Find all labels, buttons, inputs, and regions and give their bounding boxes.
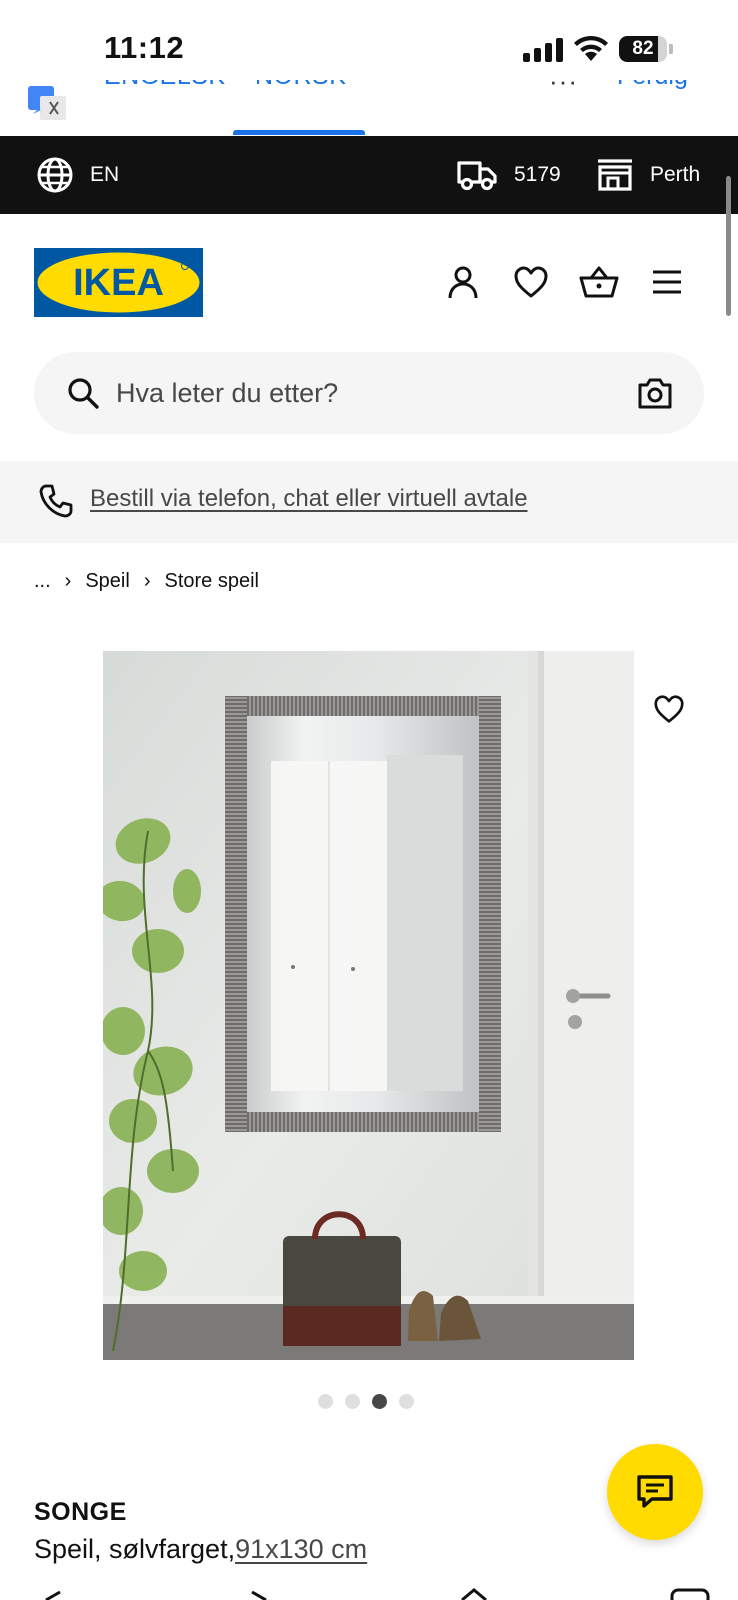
basket-button[interactable]	[579, 262, 619, 302]
profile-icon	[448, 266, 478, 299]
order-help-strip: Bestill via telefon, chat eller virtuell…	[0, 461, 738, 543]
status-time: 11:12	[104, 30, 185, 65]
product-name: SONGE	[34, 1498, 127, 1526]
postcode-label: 5179	[514, 163, 561, 186]
forward-icon	[251, 1590, 267, 1600]
breadcrumb-item-store-speil[interactable]: Store speil	[165, 570, 260, 593]
status-bar: 11:12 82	[0, 0, 738, 92]
store-label: Perth	[650, 163, 701, 186]
ikea-logo[interactable]: IKEA	[34, 248, 203, 317]
order-via-phone-link[interactable]: Bestill via telefon, chat eller virtuell…	[90, 485, 528, 513]
breadcrumb-ellipsis[interactable]: ...	[34, 570, 51, 593]
language-label: EN	[90, 163, 120, 186]
tab-source-language[interactable]: ENGELSK	[104, 80, 225, 136]
translate-bar: ENGELSK NORSK ··· Ferdig	[0, 80, 738, 136]
header-actions	[440, 262, 700, 302]
product-size-link[interactable]: 91x130 cm	[235, 1534, 367, 1564]
wifi-icon	[574, 35, 608, 61]
language-selector[interactable]: EN	[36, 154, 119, 196]
tabs-icon	[670, 1588, 710, 1600]
chevron-right-icon: ›	[143, 569, 151, 592]
add-to-favourites-button[interactable]	[643, 683, 695, 735]
more-options-button[interactable]: ···	[549, 80, 578, 97]
tab-source-language-label: ENGELSK	[104, 80, 226, 91]
chat-button[interactable]	[607, 1444, 703, 1540]
product-image[interactable]	[103, 651, 634, 1360]
search-bar	[34, 352, 704, 434]
carousel-dot[interactable]	[399, 1394, 414, 1409]
favourites-button[interactable]	[511, 262, 551, 302]
menu-icon	[653, 270, 681, 294]
battery-indicator: 82	[619, 36, 673, 62]
phone-icon	[39, 484, 73, 518]
active-tab-indicator	[233, 130, 365, 135]
back-icon	[45, 1590, 61, 1600]
browser-toolbar	[0, 1582, 738, 1600]
product-description: Speil, sølvfarget,91x130 cm	[34, 1534, 367, 1565]
store-icon	[598, 159, 632, 191]
search-input[interactable]	[116, 368, 616, 418]
product-description-text: Speil, sølvfarget,	[34, 1534, 236, 1564]
scrollbar[interactable]	[726, 176, 731, 316]
profile-button[interactable]	[443, 262, 483, 302]
done-button[interactable]: Ferdig	[617, 80, 688, 91]
breadcrumb-item-speil[interactable]: Speil	[85, 570, 129, 593]
basket-icon	[579, 266, 619, 298]
logo-text: IKEA	[73, 262, 164, 304]
translate-icon[interactable]	[28, 86, 66, 120]
carousel-dot[interactable]	[345, 1394, 360, 1409]
share-icon	[461, 1588, 487, 1600]
chat-icon	[637, 1475, 673, 1508]
menu-button[interactable]	[647, 262, 687, 302]
breadcrumb: ... › Speil › Store speil	[34, 566, 259, 596]
heart-icon	[514, 266, 548, 298]
cellular-signal-icon	[523, 38, 563, 62]
tab-target-language-label: NORSK	[255, 80, 346, 91]
battery-percentage: 82	[632, 38, 654, 59]
carousel-dot[interactable]	[372, 1394, 387, 1409]
carousel-pagination	[318, 1394, 414, 1410]
chevron-right-icon: ›	[64, 569, 72, 592]
top-utility-bar: EN 5179 Perth	[0, 136, 738, 214]
truck-icon	[457, 161, 497, 191]
globe-icon	[37, 157, 73, 193]
camera-icon[interactable]	[637, 376, 673, 410]
search-icon[interactable]	[66, 376, 100, 410]
carousel-dot[interactable]	[318, 1394, 333, 1409]
tab-target-language[interactable]: NORSK	[233, 80, 365, 136]
store-selector[interactable]: Perth	[596, 154, 700, 196]
heart-icon	[654, 695, 684, 723]
delivery-postcode-selector[interactable]: 5179	[456, 154, 561, 196]
